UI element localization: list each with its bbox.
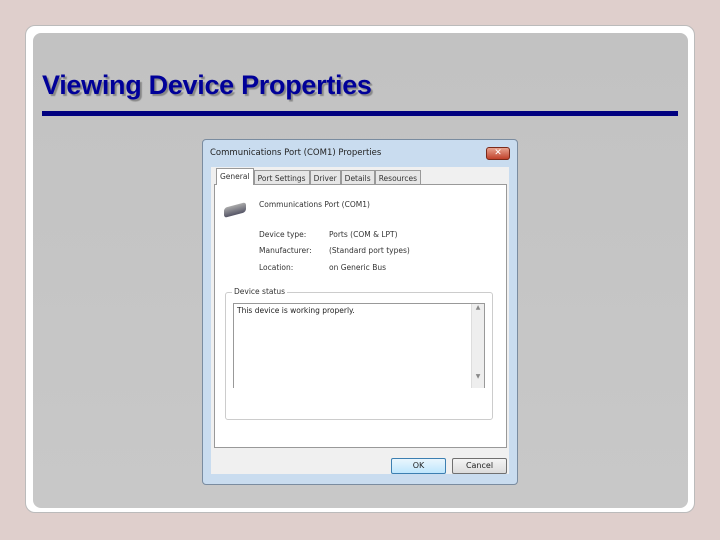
- device-status-textbox[interactable]: This device is working properly. ▲ ▼: [233, 303, 485, 388]
- device-status-group: Device status This device is working pro…: [225, 287, 493, 420]
- manufacturer-value: (Standard port types): [329, 246, 410, 255]
- device-type-label: Device type:: [259, 230, 307, 239]
- device-status-label: Device status: [232, 287, 288, 296]
- serial-port-icon: [224, 202, 246, 218]
- scroll-up-icon[interactable]: ▲: [472, 304, 484, 311]
- cancel-button[interactable]: Cancel: [452, 458, 507, 474]
- manufacturer-label: Manufacturer:: [259, 246, 312, 255]
- tab-bar: General Port Settings Driver Details Res…: [216, 168, 421, 185]
- title-rule: [42, 111, 678, 116]
- properties-dialog: Communications Port (COM1) Properties ✕ …: [202, 139, 518, 485]
- slide-title: Viewing Device Properties: [42, 70, 372, 100]
- device-name: Communications Port (COM1): [259, 200, 370, 209]
- location-value: on Generic Bus: [329, 263, 387, 272]
- tab-details[interactable]: Details: [340, 170, 375, 184]
- close-button[interactable]: ✕: [486, 147, 510, 160]
- tab-driver[interactable]: Driver: [309, 170, 341, 184]
- ok-button[interactable]: OK: [391, 458, 446, 474]
- scroll-down-icon[interactable]: ▼: [472, 373, 484, 380]
- scrollbar[interactable]: ▲ ▼: [471, 304, 484, 388]
- status-text: This device is working properly.: [237, 306, 355, 315]
- device-type-value: Ports (COM & LPT): [329, 230, 398, 239]
- general-tab-content: Communications Port (COM1) Device type: …: [214, 184, 507, 448]
- dialog-title: Communications Port (COM1) Properties: [210, 148, 382, 158]
- tab-port-settings[interactable]: Port Settings: [253, 170, 310, 184]
- tab-resources[interactable]: Resources: [374, 170, 421, 184]
- tab-general[interactable]: General: [216, 168, 254, 185]
- dialog-body: General Port Settings Driver Details Res…: [211, 167, 509, 474]
- location-label: Location:: [259, 263, 294, 272]
